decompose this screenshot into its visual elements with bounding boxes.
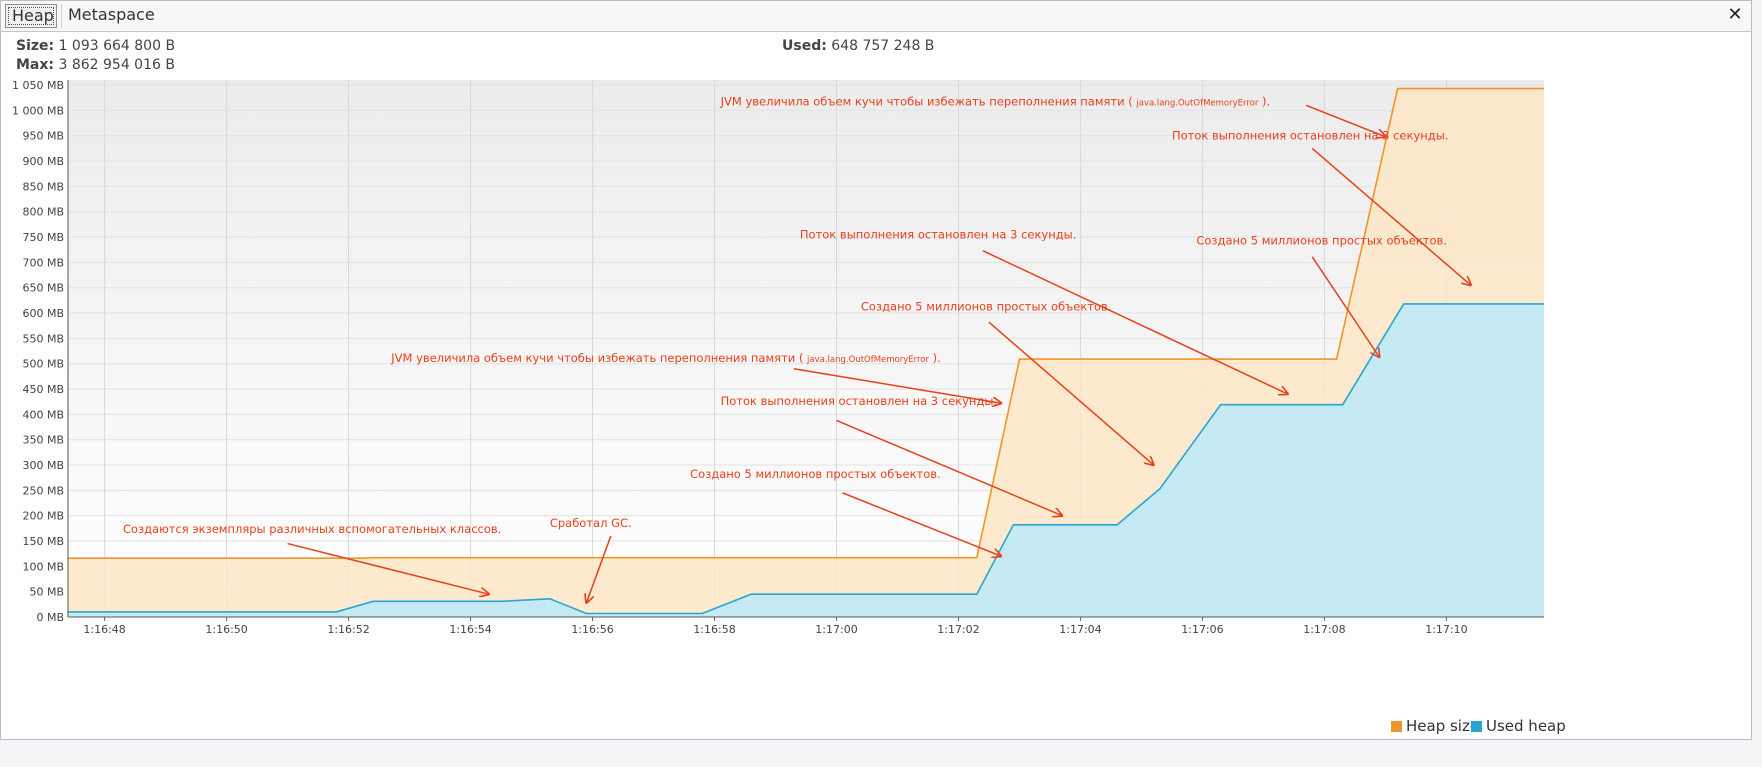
x-tick-label: 1:17:10 <box>1425 623 1467 636</box>
annotation-text: Поток выполнения остановлен на 3 секунды… <box>1172 128 1449 142</box>
y-tick-label: 300 MB <box>22 459 64 472</box>
x-tick-label: 1:17:04 <box>1059 623 1101 636</box>
x-tick-label: 1:16:58 <box>693 623 735 636</box>
x-tick-label: 1:16:54 <box>449 623 491 636</box>
x-tick-label: 1:16:50 <box>205 623 247 636</box>
legend-heap-size-label: Heap size <box>1406 717 1480 735</box>
y-tick-label: 250 MB <box>22 484 64 497</box>
annotation-text: Создаются экземпляры различных вспомогат… <box>123 522 501 536</box>
x-tick-label: 1:17:06 <box>1181 623 1223 636</box>
x-tick-label: 1:16:56 <box>571 623 613 636</box>
x-tick-label: 1:17:08 <box>1303 623 1345 636</box>
legend-heap-size: Heap size <box>1391 717 1479 735</box>
y-tick-label: 750 MB <box>22 231 64 244</box>
x-tick-label: 1:16:48 <box>83 623 125 636</box>
y-tick-label: 550 MB <box>22 332 64 345</box>
y-tick-label: 800 MB <box>22 206 64 219</box>
y-tick-label: 400 MB <box>22 408 64 421</box>
y-tick-label: 150 MB <box>22 535 64 548</box>
annotation-text: Создано 5 миллионов простых объектов. <box>861 300 1112 314</box>
y-tick-label: 1 000 MB <box>12 104 64 117</box>
y-tick-label: 700 MB <box>22 256 64 269</box>
heap-monitor-panel: Heap Metaspace ✕ Size: 1 093 664 800 B M… <box>0 0 1752 740</box>
x-tick-label: 1:17:02 <box>937 623 979 636</box>
y-tick-label: 500 MB <box>22 358 64 371</box>
annotation-text: Создано 5 миллионов простых объектов. <box>690 467 941 481</box>
legend-used-heap-swatch <box>1471 720 1482 732</box>
y-tick-label: 100 MB <box>22 560 64 573</box>
y-tick-label: 950 MB <box>22 130 64 143</box>
y-tick-label: 600 MB <box>22 307 64 320</box>
x-tick-label: 1:17:00 <box>815 623 857 636</box>
y-tick-label: 50 MB <box>29 586 64 599</box>
heap-chart: 0 MB 50 MB 100 MB 150 MB 200 MB 250 MB 300 MB 3… <box>12 79 1544 636</box>
legend-used-heap: Used heap <box>1471 717 1566 735</box>
y-tick-label: 450 MB <box>22 383 64 396</box>
y-tick-label: 350 MB <box>22 434 64 447</box>
y-tick-label: 850 MB <box>22 180 64 193</box>
legend-heap-size-swatch <box>1391 720 1402 732</box>
annotation-text: Создано 5 миллионов простых объектов. <box>1196 234 1447 248</box>
annotation-text: Поток выполнения остановлен на 3 секунды… <box>721 394 998 408</box>
x-tick-label: 1:16:52 <box>327 623 369 636</box>
y-tick-label: 0 MB <box>36 611 64 624</box>
y-tick-label: 900 MB <box>22 155 64 168</box>
annotation-text: Сработал GC. <box>550 516 632 530</box>
annotation-text: Поток выполнения остановлен на 3 секунды… <box>800 228 1077 242</box>
y-tick-label: 1 050 MB <box>12 79 64 92</box>
y-tick-label: 650 MB <box>22 282 64 295</box>
y-tick-label: 200 MB <box>22 510 64 523</box>
legend-used-heap-label: Used heap <box>1486 717 1566 735</box>
